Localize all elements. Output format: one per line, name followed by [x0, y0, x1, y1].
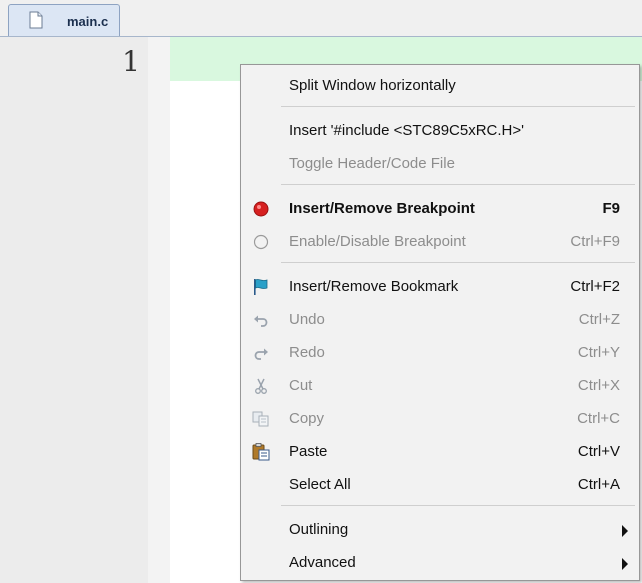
menu-item-label: Copy — [289, 410, 325, 427]
menu-separator — [281, 505, 635, 506]
scissors-icon — [252, 377, 270, 395]
menu-item-label: Cut — [289, 377, 313, 394]
menu-item-split-window[interactable]: Split Window horizontally — [242, 71, 638, 101]
menu-item-shortcut: Ctrl+V — [577, 443, 620, 460]
menu-item-shortcut: Ctrl+A — [577, 476, 620, 493]
menu-item-insert-bookmark[interactable]: Insert/Remove Bookmark Ctrl+F2 — [242, 272, 638, 302]
menu-item-shortcut: Ctrl+X — [577, 377, 620, 394]
tab-main-c[interactable]: main.c — [8, 4, 120, 36]
menu-item-outlining[interactable]: Outlining — [242, 515, 638, 545]
menu-item-label: Insert/Remove Bookmark — [289, 278, 459, 295]
bookmark-flag-icon — [252, 278, 270, 296]
menu-item-label: Paste — [289, 443, 328, 460]
tab-label: main.c — [67, 14, 109, 29]
menu-item-undo[interactable]: Undo Ctrl+Z — [242, 305, 638, 335]
context-menu: Split Window horizontally Insert '#inclu… — [240, 64, 640, 581]
file-icon — [29, 11, 43, 29]
menu-item-shortcut: Ctrl+Y — [577, 344, 620, 361]
copy-icon — [252, 410, 270, 428]
breakpoint-icon — [252, 200, 270, 218]
menu-item-label: Insert/Remove Breakpoint — [289, 200, 475, 217]
menu-item-select-all[interactable]: Select All Ctrl+A — [242, 470, 638, 500]
menu-item-shortcut: Ctrl+C — [577, 410, 620, 427]
menu-item-shortcut: Ctrl+F9 — [570, 233, 620, 250]
paste-clipboard-icon — [252, 443, 270, 461]
breakpoint-margin[interactable] — [148, 37, 170, 583]
submenu-arrow-icon — [622, 558, 628, 570]
menu-item-label: Undo — [289, 311, 325, 328]
menu-item-label: Advanced — [289, 554, 356, 571]
menu-item-toggle-header[interactable]: Toggle Header/Code File — [242, 149, 638, 179]
menu-item-label: Select All — [289, 476, 351, 493]
menu-separator — [281, 184, 635, 185]
menu-item-redo[interactable]: Redo Ctrl+Y — [242, 338, 638, 368]
menu-item-label: Redo — [289, 344, 325, 361]
line-number: 1 — [122, 45, 140, 78]
menu-separator — [281, 106, 635, 107]
menu-item-shortcut: F9 — [602, 200, 620, 217]
menu-item-label: Toggle Header/Code File — [289, 155, 455, 172]
menu-item-insert-breakpoint[interactable]: Insert/Remove Breakpoint F9 — [242, 194, 638, 224]
menu-item-shortcut: Ctrl+Z — [578, 311, 620, 328]
disabled-breakpoint-icon — [252, 233, 270, 251]
menu-item-shortcut: Ctrl+F2 — [570, 278, 620, 295]
redo-icon — [252, 344, 270, 362]
menu-item-paste[interactable]: Paste Ctrl+V — [242, 437, 638, 467]
menu-item-advanced[interactable]: Advanced — [242, 548, 638, 578]
menu-item-label: Enable/Disable Breakpoint — [289, 233, 466, 250]
undo-icon — [252, 311, 270, 329]
line-number-gutter: 1 — [0, 37, 148, 583]
menu-item-label: Outlining — [289, 521, 349, 538]
menu-item-label: Insert '#include <STC89C5xRC.H>' — [289, 122, 524, 139]
editor-tab-bar: main.c — [0, 0, 642, 37]
menu-item-copy[interactable]: Copy Ctrl+C — [242, 404, 638, 434]
menu-item-insert-include[interactable]: Insert '#include <STC89C5xRC.H>' — [242, 116, 638, 146]
menu-separator — [281, 262, 635, 263]
submenu-arrow-icon — [622, 525, 628, 537]
menu-item-label: Split Window horizontally — [289, 77, 456, 94]
menu-item-enable-breakpoint[interactable]: Enable/Disable Breakpoint Ctrl+F9 — [242, 227, 638, 257]
menu-item-cut[interactable]: Cut Ctrl+X — [242, 371, 638, 401]
